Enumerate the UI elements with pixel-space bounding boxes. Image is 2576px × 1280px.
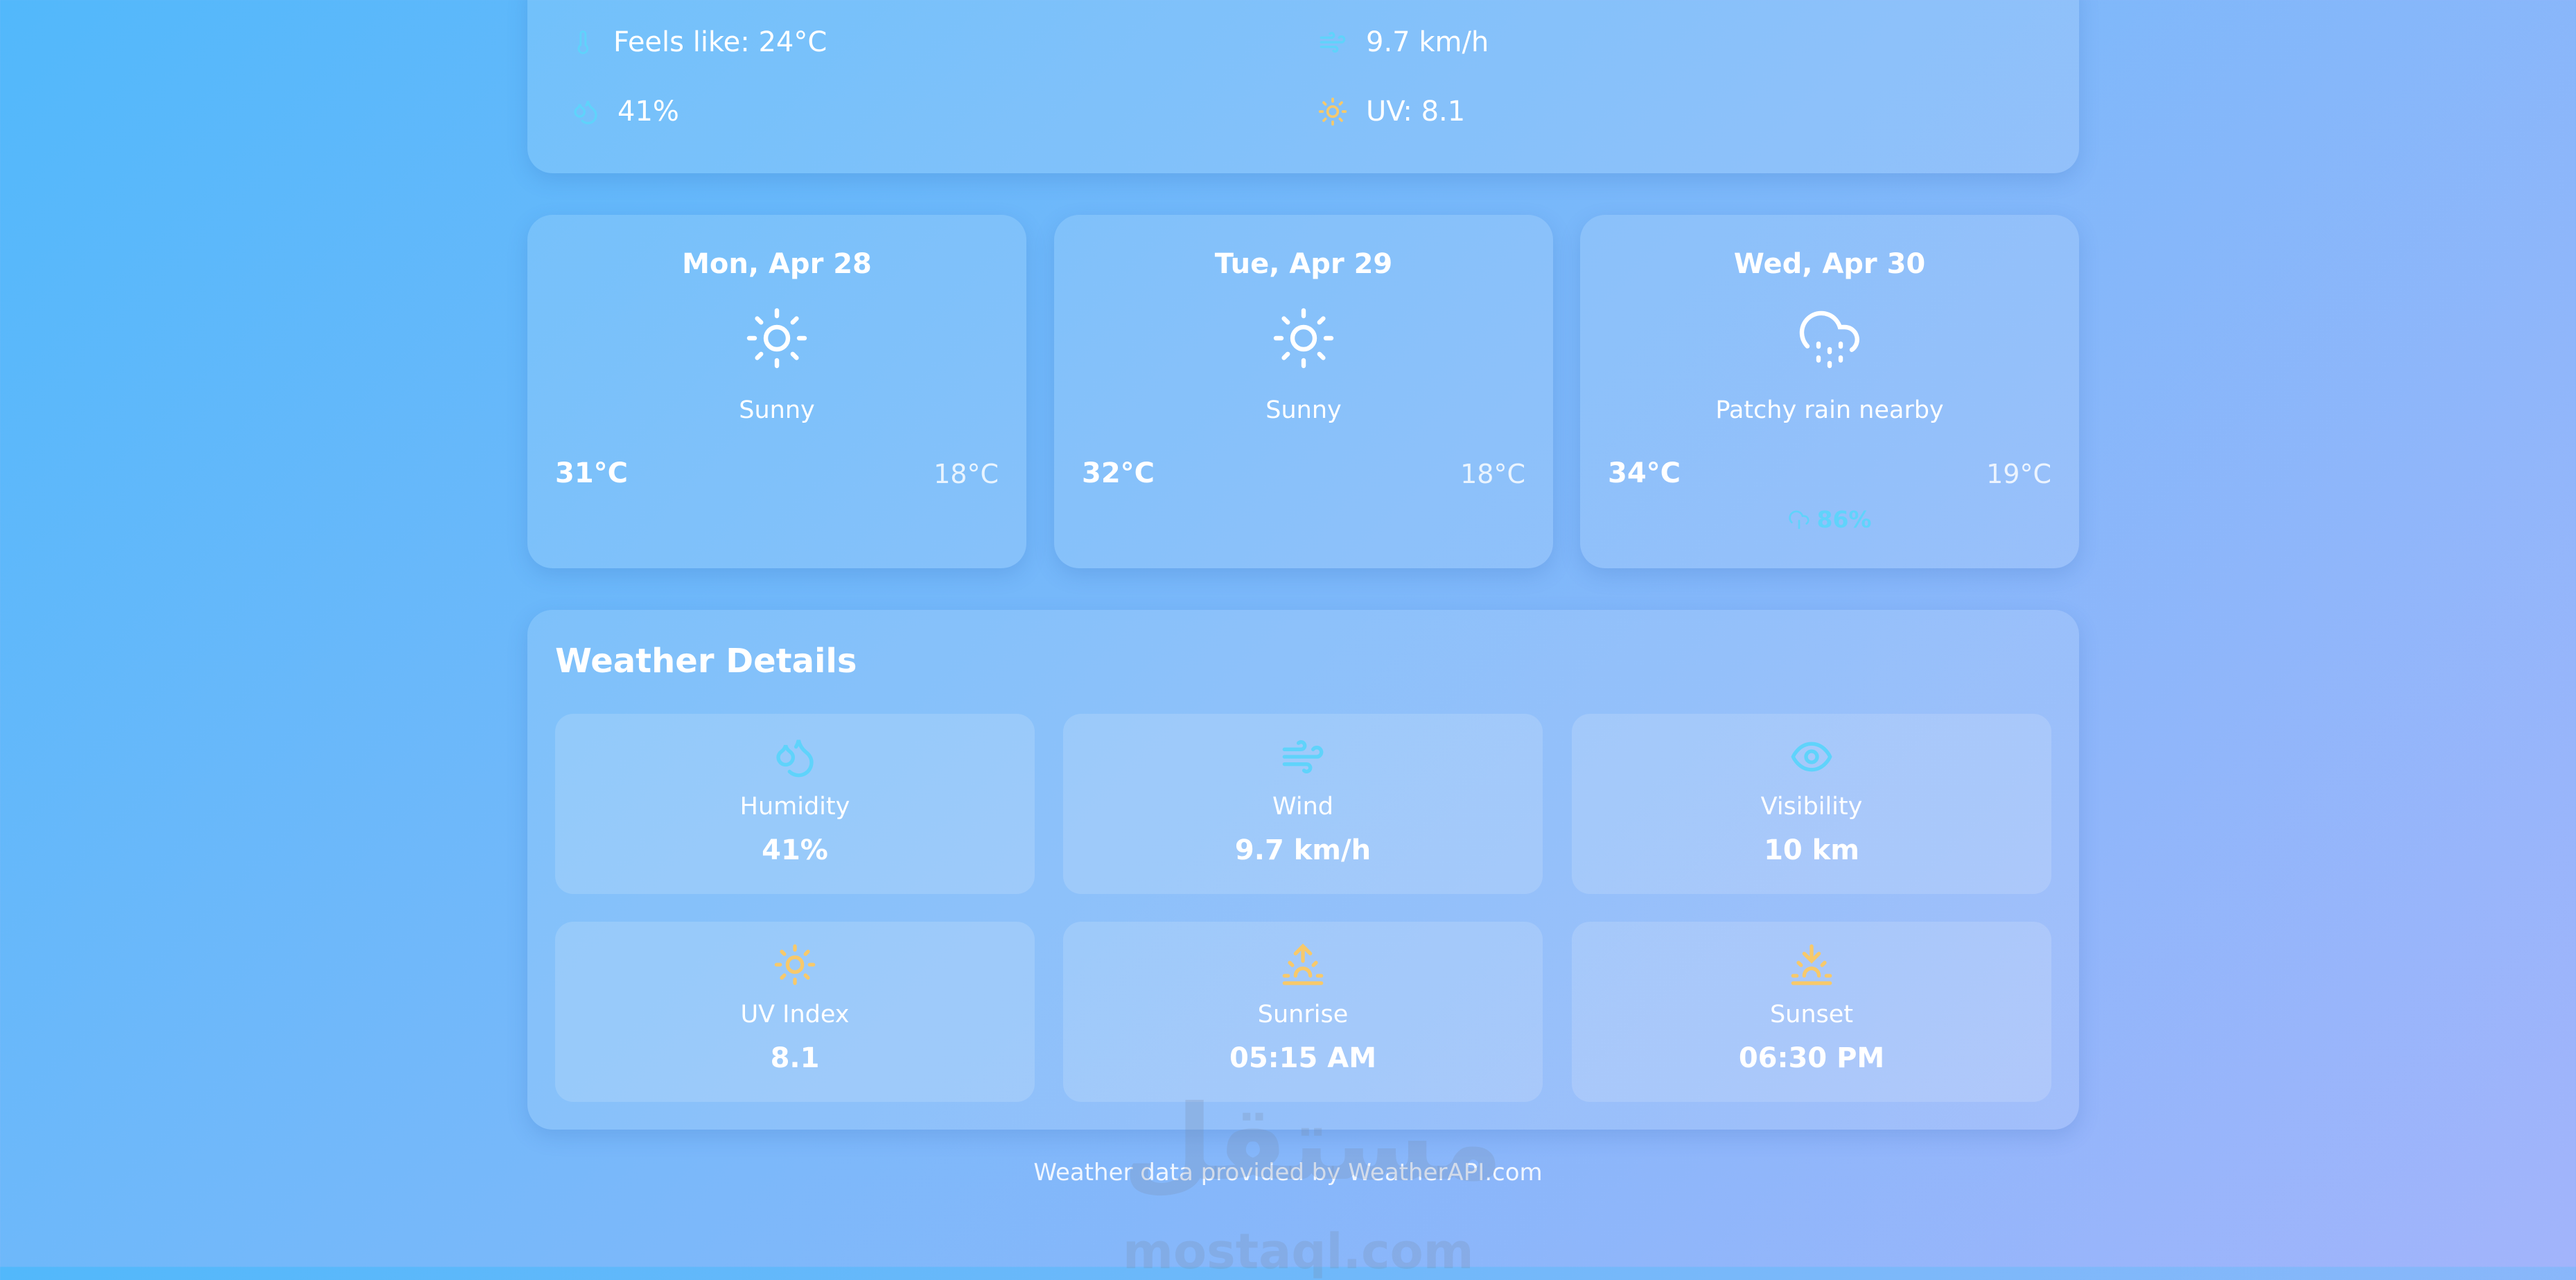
detail-label: Sunset <box>1769 1001 1854 1028</box>
droplets-icon <box>776 739 814 778</box>
detail-value: 06:30 PM <box>1738 1042 1885 1074</box>
sun-icon <box>774 944 816 985</box>
eye-icon <box>1791 742 1832 772</box>
detail-label: Humidity <box>739 793 850 821</box>
sun-icon <box>1318 97 1347 126</box>
uv-text: UV: 8.1 <box>1366 96 1466 128</box>
watermark: مستقل mostaql.com <box>1123 1083 1503 1280</box>
current-conditions-card: Feels like: 24°C 9.7 km/h 41% UV: 8.1 <box>527 0 2079 173</box>
detail-tile-wind: Wind 9.7 km/h <box>1063 714 1543 894</box>
cloud-rain-icon <box>1788 510 1810 529</box>
sun-icon <box>1273 308 1334 369</box>
uv-row: UV: 8.1 <box>1317 96 1465 128</box>
detail-tile-visibility: Visibility 10 km <box>1572 714 2051 894</box>
forecast-low: 18°C <box>934 459 999 489</box>
wind-icon <box>1320 32 1346 53</box>
detail-value: 8.1 <box>770 1042 820 1074</box>
weather-details-card: Weather Details Humidity 41% Wind 9.7 km… <box>527 610 2079 1130</box>
humidity-text: 41% <box>617 96 679 128</box>
forecast-condition: Patchy rain nearby <box>1715 396 1944 424</box>
sunset-icon <box>1791 944 1832 985</box>
detail-tile-uv: UV Index 8.1 <box>555 922 1035 1102</box>
forecast-high: 34°C <box>1608 457 1681 489</box>
forecast-card-wed: Wed, Apr 30 Patchy rain nearby 34°C 19°C… <box>1580 215 2079 568</box>
detail-value: 10 km <box>1764 834 1859 866</box>
detail-tile-sunset: Sunset 06:30 PM <box>1572 922 2051 1102</box>
rain-chance: 86% <box>1580 506 2079 533</box>
forecast-high: 31°C <box>555 457 629 489</box>
forecast-card-mon: Mon, Apr 28 Sunny 31°C 18°C <box>527 215 1026 568</box>
detail-label: Visibility <box>1760 793 1863 821</box>
wind-row: 9.7 km/h <box>1317 26 1489 58</box>
forecast-low: 19°C <box>1986 459 2051 489</box>
thermometer-icon <box>577 30 589 54</box>
detail-value: 9.7 km/h <box>1234 834 1372 866</box>
sunrise-icon <box>1282 943 1324 985</box>
forecast-high: 32°C <box>1082 457 1155 489</box>
forecast-low: 18°C <box>1460 459 1525 489</box>
detail-label: Wind <box>1272 793 1333 821</box>
forecast-card-tue: Tue, Apr 29 Sunny 32°C 18°C <box>1054 215 1553 568</box>
watermark-arabic: مستقل <box>1123 1083 1503 1204</box>
detail-value: 41% <box>762 834 828 866</box>
detail-tile-sunrise: Sunrise 05:15 AM <box>1063 922 1543 1102</box>
wind-text: 9.7 km/h <box>1366 26 1489 58</box>
detail-value: 05:15 AM <box>1229 1042 1376 1074</box>
sun-icon <box>746 308 807 369</box>
rain-chance-value: 86% <box>1816 506 1872 533</box>
forecast-date: Wed, Apr 30 <box>1733 248 1926 280</box>
forecast-date: Tue, Apr 29 <box>1214 248 1393 280</box>
detail-tile-humidity: Humidity 41% <box>555 714 1035 894</box>
humidity-row: 41% <box>572 96 679 128</box>
watermark-latin: mostaql.com <box>1123 1223 1474 1280</box>
feels-like-row: Feels like: 24°C <box>572 26 827 58</box>
feels-like-text: Feels like: 24°C <box>613 26 827 58</box>
forecast-condition: Sunny <box>739 396 815 424</box>
wind-icon <box>1282 740 1324 773</box>
section-title: Weather Details <box>555 642 857 681</box>
cloud-rain-icon <box>1799 310 1859 369</box>
droplet-icon <box>574 100 597 125</box>
detail-label: Sunrise <box>1257 1001 1349 1028</box>
forecast-date: Mon, Apr 28 <box>682 248 872 280</box>
detail-label: UV Index <box>740 1001 850 1028</box>
forecast-condition: Sunny <box>1265 396 1342 424</box>
